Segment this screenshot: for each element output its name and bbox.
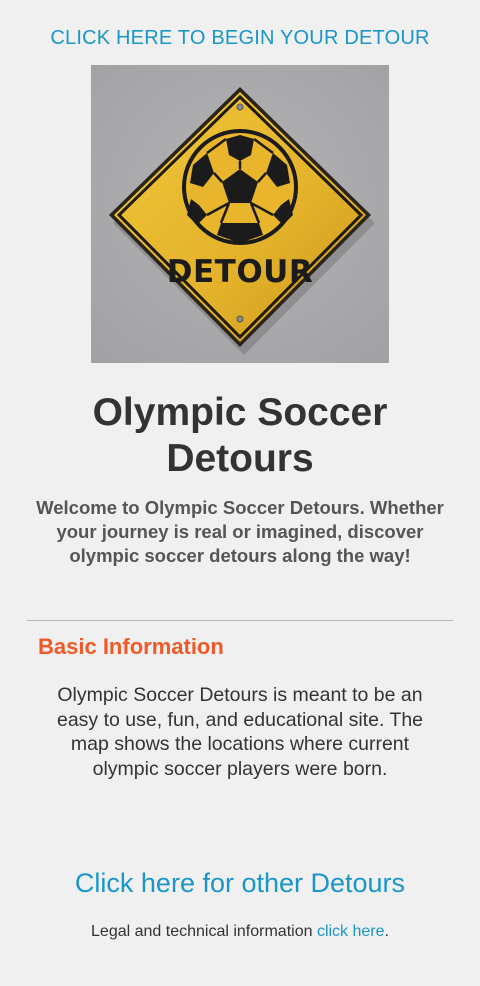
detour-sign-icon: DETOUR: [91, 65, 389, 363]
legal-click-here-link[interactable]: click here: [317, 923, 385, 940]
page: CLICK HERE TO BEGIN YOUR DETOUR DETOUR O…: [0, 0, 480, 986]
legal-info-label: Legal and technical information: [91, 923, 317, 940]
detour-sign-image: DETOUR: [91, 65, 389, 363]
basic-information-text: Olympic Soccer Detours is meant to be an…: [56, 684, 424, 780]
legal-info-suffix: .: [384, 923, 389, 940]
legal-info: Legal and technical information click he…: [0, 923, 480, 941]
page-title: Olympic Soccer Detours: [92, 391, 388, 480]
sign-text: DETOUR: [167, 254, 313, 290]
section-divider: [27, 620, 453, 621]
basic-information-heading: Basic Information: [38, 634, 224, 659]
welcome-text: Welcome to Olympic Soccer Detours. Wheth…: [36, 497, 444, 566]
begin-detour-link[interactable]: CLICK HERE TO BEGIN YOUR DETOUR: [0, 27, 480, 50]
other-detours-link[interactable]: Click here for other Detours: [0, 868, 480, 899]
